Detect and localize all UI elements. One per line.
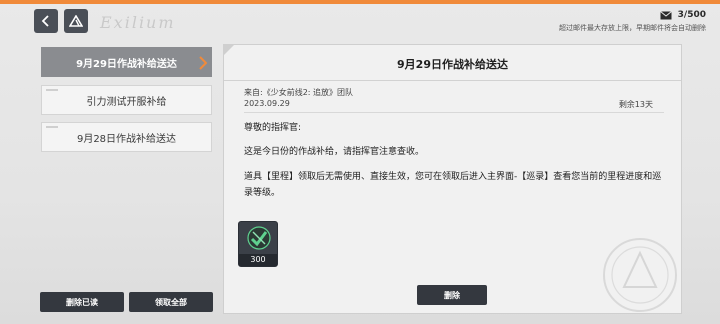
seal-stamp-icon <box>603 238 677 312</box>
home-logo-icon <box>69 15 83 27</box>
home-button[interactable] <box>64 9 88 33</box>
mail-list-item-3[interactable]: 9月28日作战补给送达 <box>41 122 212 152</box>
reward-item[interactable]: 300 <box>238 221 278 267</box>
chevron-right-icon <box>199 56 207 70</box>
divider <box>244 112 664 113</box>
item-tick-mark <box>46 89 58 91</box>
mail-limit-note: 超过邮件最大存放上限，早期邮件将会自动删除 <box>559 24 706 32</box>
mail-list-item-2[interactable]: 引力测试开服补给 <box>41 85 212 115</box>
back-arrow-icon <box>41 15 49 27</box>
mileage-icon <box>247 226 271 250</box>
claim-all-button[interactable]: 领取全部 <box>129 292 213 312</box>
mail-list-item-1[interactable]: 9月29日作战补给送达 <box>41 47 212 77</box>
mail-detail-panel: 9月29日作战补给送达 来自:《少女前线2: 追放》团队 2023.09.29 … <box>223 44 682 314</box>
top-bar: Exilium 3/500 超过邮件最大存放上限，早期邮件将会自动删除 <box>0 4 720 38</box>
corner-decoration-icon <box>224 45 234 55</box>
mail-sender: 来自:《少女前线2: 追放》团队 <box>244 88 354 97</box>
mail-greeting: 尊敬的指挥官: <box>244 123 302 133</box>
back-button[interactable] <box>34 9 58 33</box>
mail-list-item-label: 9月28日作战补给送达 <box>76 133 177 145</box>
reward-count: 300 <box>239 254 277 266</box>
mail-body-paragraph-2: 道具【里程】领取后无需使用、直接生效，您可在领取后进入主界面-【巡录】查看您当前… <box>244 172 662 198</box>
mail-count-value: 3/500 <box>677 10 706 20</box>
mail-title: 9月29日作战补给送达 <box>397 58 508 71</box>
envelope-icon <box>659 10 672 19</box>
mail-body-paragraph-1: 这是今日份的作战补给，请指挥官注意查收。 <box>244 147 425 157</box>
bottom-footer-strip <box>0 318 720 324</box>
delete-read-button[interactable]: 删除已读 <box>40 292 124 312</box>
mail-list-item-label: 9月29日作战补给送达 <box>76 58 177 70</box>
delete-button[interactable]: 删除 <box>417 285 487 305</box>
mail-list-item-label: 引力测试开服补给 <box>86 96 167 108</box>
mail-remaining-days: 剩余13天 <box>618 100 653 109</box>
brand-watermark: Exilium <box>100 13 176 32</box>
item-tick-mark <box>46 126 58 128</box>
mail-date: 2023.09.29 <box>244 99 290 108</box>
mail-header: 9月29日作战补给送达 <box>224 45 681 81</box>
mail-count: 3/500 <box>659 10 706 20</box>
